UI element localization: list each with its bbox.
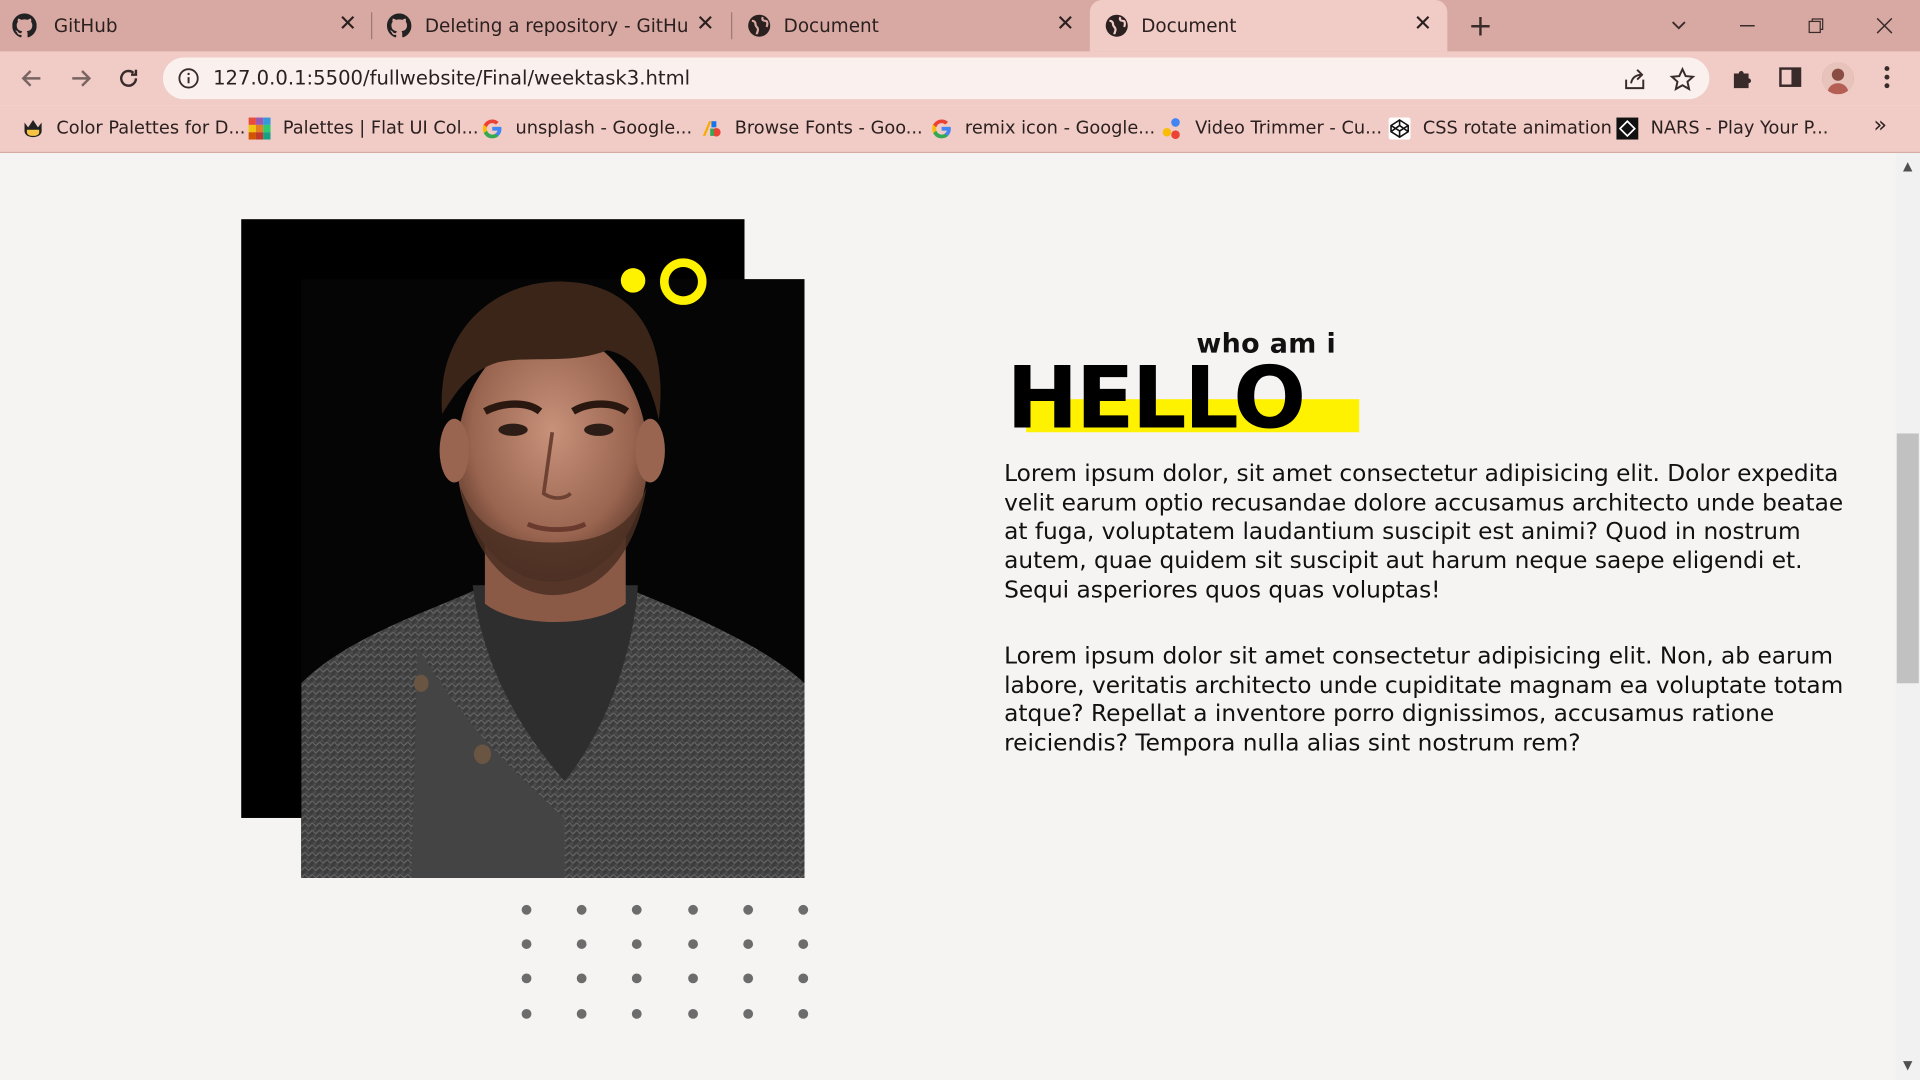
bookmark-color-palettes[interactable]: Color Palettes for D...	[22, 105, 245, 152]
address-bar[interactable]: 127.0.0.1:5500/fullwebsite/Final/weektas…	[162, 57, 1710, 100]
browser-toolbar: 127.0.0.1:5500/fullwebsite/Final/weektas…	[0, 51, 1920, 106]
minimize-icon[interactable]	[1730, 10, 1764, 42]
close-icon[interactable]: ✕	[336, 12, 360, 36]
tab-title: Document	[783, 14, 879, 37]
page-headline: HELLO	[1006, 347, 1307, 449]
site-info-icon[interactable]	[178, 67, 200, 89]
profile-avatar[interactable]	[1822, 62, 1854, 95]
browser-menu-icon[interactable]	[1873, 64, 1900, 91]
bookmark-css-rotate[interactable]: CSS rotate animation	[1388, 105, 1612, 152]
tab-document-active[interactable]: Document ✕	[1089, 0, 1448, 52]
bookmark-video-trimmer[interactable]: Video Trimmer - Cu...	[1161, 105, 1382, 152]
video-trimmer-icon	[1161, 118, 1183, 140]
accent-dot	[620, 268, 646, 293]
tab-document[interactable]: Document ✕	[735, 0, 1088, 51]
close-icon[interactable]: ✕	[1411, 12, 1435, 36]
bookmark-star-icon[interactable]	[1669, 66, 1696, 93]
palette-crown-icon	[22, 118, 44, 140]
bookmark-label: remix icon - Google...	[964, 118, 1156, 139]
portrait-photo	[301, 279, 805, 878]
accent-ring	[660, 258, 707, 305]
forward-arrow-icon[interactable]	[64, 61, 98, 95]
tab-search-chevron-icon[interactable]	[1662, 10, 1696, 42]
scrollbar-thumb[interactable]	[1896, 433, 1919, 684]
back-arrow-icon[interactable]	[15, 61, 49, 95]
globe-icon	[747, 13, 771, 37]
tab-separator	[371, 12, 373, 40]
codepen-icon	[1388, 117, 1411, 140]
tab-title: Deleting a repository - GitHub Do	[424, 14, 689, 37]
url-text: 127.0.0.1:5500/fullwebsite/Final/weektas…	[213, 66, 691, 90]
bookmarks-bar: Color Palettes for D... Palettes | Flat …	[0, 105, 1920, 154]
portrait-illustration	[301, 279, 805, 878]
scroll-down-arrow-icon[interactable]: ▼	[1900, 1060, 1915, 1072]
bookmark-remix-icon[interactable]: remix icon - Google...	[931, 105, 1156, 152]
bookmark-flat-ui[interactable]: Palettes | Flat UI Col...	[248, 105, 479, 152]
tab-title: GitHub	[53, 14, 118, 37]
bookmark-label: Palettes | Flat UI Col...	[282, 118, 479, 139]
side-panel-icon[interactable]	[1777, 64, 1804, 91]
github-icon	[386, 13, 412, 38]
tab-deleting-repo[interactable]: Deleting a repository - GitHub Do ✕	[375, 0, 730, 51]
page-content: who am i HELLO Lorem ipsum dolor, sit am…	[0, 153, 1896, 1080]
share-icon[interactable]	[1621, 66, 1648, 93]
flat-ui-icon	[248, 117, 271, 140]
intro-paragraph-2: Lorem ipsum dolor sit amet consectetur a…	[1004, 642, 1844, 757]
bookmark-label: NARS - Play Your P...	[1650, 118, 1829, 139]
extensions-puzzle-icon[interactable]	[1729, 64, 1756, 91]
close-icon[interactable]: ✕	[1053, 12, 1077, 36]
bookmarks-overflow-icon[interactable]: »	[1873, 113, 1886, 139]
google-fonts-icon	[700, 118, 722, 140]
bookmark-label: unsplash - Google...	[515, 118, 693, 139]
bookmark-label: CSS rotate animation	[1422, 118, 1612, 139]
tab-strip: GitHub ✕ Deleting a repository - GitHub …	[0, 0, 1920, 52]
github-icon	[12, 13, 37, 38]
tab-title: Document	[1141, 14, 1237, 37]
close-window-icon[interactable]	[1867, 10, 1901, 42]
tab-separator	[731, 12, 733, 40]
bookmark-label: Browse Fonts - Goo...	[734, 118, 923, 139]
bookmark-nars[interactable]: NARS - Play Your P...	[1616, 105, 1828, 152]
google-icon	[931, 118, 953, 140]
bookmark-browse-fonts[interactable]: Browse Fonts - Goo...	[700, 105, 923, 152]
google-icon	[481, 118, 503, 140]
intro-paragraph-1: Lorem ipsum dolor, sit amet consectetur …	[1004, 460, 1844, 604]
reload-icon[interactable]	[111, 61, 145, 95]
bookmark-unsplash[interactable]: unsplash - Google...	[481, 105, 692, 152]
close-icon[interactable]: ✕	[693, 12, 717, 36]
bookmark-label: Video Trimmer - Cu...	[1195, 118, 1383, 139]
new-tab-button[interactable]: +	[1463, 10, 1497, 42]
scroll-up-arrow-icon[interactable]: ▲	[1900, 161, 1915, 174]
browser-window: GitHub ✕ Deleting a repository - GitHub …	[0, 0, 1920, 1080]
bookmark-label: Color Palettes for D...	[56, 118, 246, 139]
nars-icon	[1616, 117, 1639, 140]
tab-github[interactable]: GitHub ✕	[0, 0, 367, 51]
restore-icon[interactable]	[1799, 10, 1833, 42]
globe-icon	[1104, 13, 1128, 37]
decorative-dot-grid	[521, 904, 816, 1023]
